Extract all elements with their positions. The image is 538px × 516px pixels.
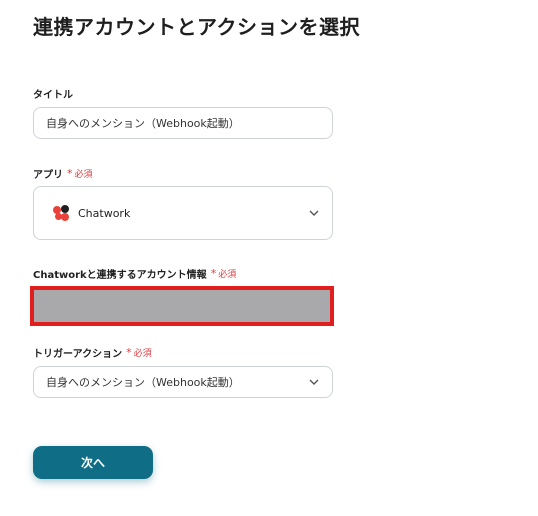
trigger-label-text: トリガーアクション — [33, 349, 123, 360]
account-select-redacted[interactable] — [30, 286, 334, 326]
trigger-field-label: トリガーアクション * 必須 — [33, 345, 152, 360]
required-text: 必須 — [74, 170, 93, 180]
chevron-down-icon — [308, 207, 320, 219]
title-input-value: 自身へのメンション（Webhook起動） — [46, 117, 240, 130]
chatwork-logo-icon — [52, 204, 70, 222]
app-label-text: アプリ — [33, 170, 63, 181]
app-select[interactable]: Chatwork — [33, 186, 333, 240]
title-field-label: タイトル — [33, 86, 73, 101]
trigger-action-select[interactable]: 自身へのメンション（Webhook起動） — [33, 366, 333, 398]
required-text: 必須 — [133, 349, 152, 359]
app-select-value: Chatwork — [78, 206, 131, 220]
required-badge: * 必須 — [67, 167, 93, 180]
trigger-select-value: 自身へのメンション（Webhook起動） — [46, 376, 240, 389]
title-input[interactable]: 自身へのメンション（Webhook起動） — [33, 107, 333, 139]
title-label-text: タイトル — [33, 90, 73, 101]
account-label-text: Chatworkと連携するアカウント情報 — [33, 270, 207, 281]
next-button[interactable]: 次へ — [33, 446, 153, 479]
app-field-label: アプリ * 必須 — [33, 166, 93, 181]
account-field-label: Chatworkと連携するアカウント情報 * 必須 — [33, 266, 236, 281]
required-text: 必須 — [218, 270, 237, 280]
page-title: 連携アカウントとアクションを選択 — [33, 15, 360, 39]
required-badge: * 必須 — [126, 346, 152, 359]
chevron-down-icon — [308, 376, 320, 388]
required-badge: * 必須 — [210, 267, 237, 280]
